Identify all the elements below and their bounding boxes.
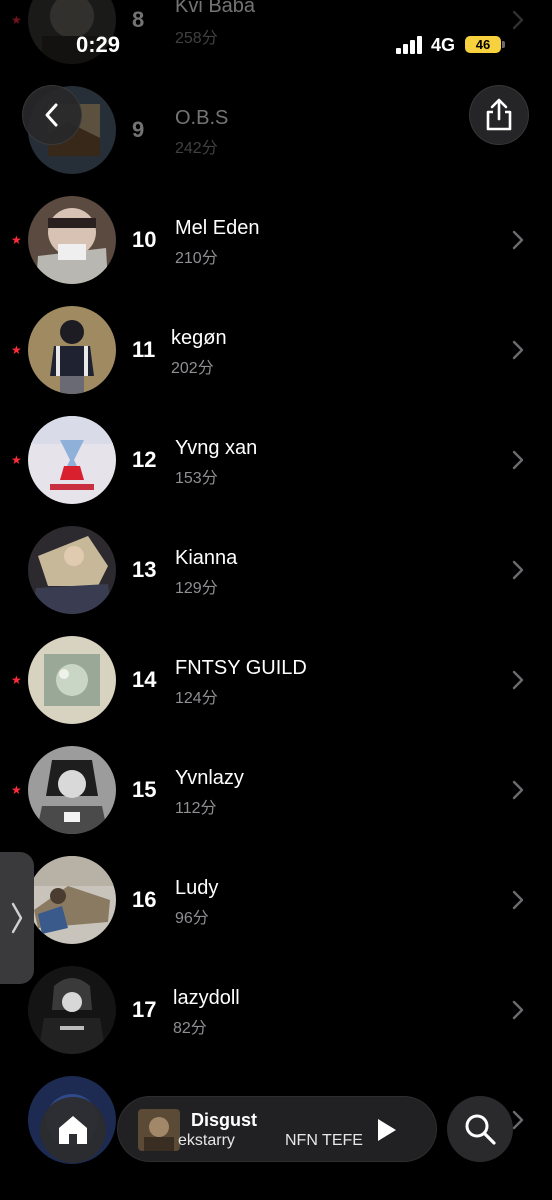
chevron-right-icon[interactable] <box>510 339 526 361</box>
play-minutes: 129分 <box>175 580 218 597</box>
avatar <box>28 966 116 1054</box>
avatar <box>28 856 116 944</box>
rank-number: 13 <box>132 557 157 582</box>
share-icon <box>486 98 512 131</box>
play-minutes: 153分 <box>175 470 218 487</box>
play-icon[interactable] <box>372 1116 400 1144</box>
star-icon: ★ <box>11 13 22 27</box>
mini-player[interactable]: Disgust ekstarry NFN TEFE <box>117 1096 437 1162</box>
chevron-right-icon[interactable] <box>510 559 526 581</box>
avatar <box>28 636 116 724</box>
artist-name: O.B.S <box>175 107 229 129</box>
search-icon <box>465 1114 496 1145</box>
artist-name: lazydoll <box>173 987 240 1009</box>
album-art <box>138 1109 180 1151</box>
track-artist: ekstarry <box>178 1132 235 1149</box>
list-item[interactable]: ★ 14 FNTSY GUILD 124分 <box>0 625 552 735</box>
artist-name: Kianna <box>175 547 238 569</box>
rank-number: 15 <box>132 777 157 802</box>
artist-name: FNTSY GUILD <box>175 657 307 679</box>
chevron-right-icon <box>11 902 23 934</box>
rank-number: 8 <box>132 7 145 32</box>
track-title: Disgust <box>191 1110 258 1130</box>
track-artist-marquee: ekstarry NFN TEFE <box>178 1132 368 1154</box>
avatar <box>28 196 116 284</box>
chevron-right-icon[interactable] <box>510 999 526 1021</box>
rank-number: 16 <box>132 887 157 912</box>
search-button[interactable] <box>447 1096 513 1162</box>
chevron-right-icon[interactable] <box>510 449 526 471</box>
artist-name: Yvng xan <box>175 437 258 459</box>
star-icon: ★ <box>11 673 22 687</box>
star-icon: ★ <box>11 783 22 797</box>
rank-number: 11 <box>132 337 156 362</box>
chevron-right-icon[interactable] <box>510 229 526 251</box>
rank-number: 12 <box>132 447 157 472</box>
list-item[interactable]: 9 O.B.S 242分 <box>0 75 552 185</box>
list-item[interactable]: 16 Ludy 96分 <box>0 845 552 955</box>
play-minutes: 82分 <box>173 1020 207 1037</box>
status-time: 0:29 <box>76 32 121 57</box>
avatar <box>28 416 116 504</box>
list-item[interactable]: ★ 11 kegøn 202分 <box>0 295 552 405</box>
list-item[interactable]: 13 Kianna 129分 <box>0 515 552 625</box>
list-item[interactable]: ★ 15 Yvnlazy 112分 <box>0 735 552 845</box>
side-panel-tab[interactable] <box>0 852 34 984</box>
avatar <box>28 746 116 834</box>
play-minutes: 112分 <box>175 800 217 817</box>
play-minutes: 202分 <box>171 360 214 377</box>
avatar <box>28 526 116 614</box>
artist-name: kegøn <box>171 327 227 349</box>
artist-name: Kvi Baba <box>175 0 256 17</box>
artist-name: Mel Eden <box>175 217 260 239</box>
home-icon <box>59 1116 87 1144</box>
star-icon: ★ <box>11 233 22 247</box>
rank-number: 14 <box>132 667 157 692</box>
chevron-right-icon[interactable] <box>510 669 526 691</box>
rank-number: 9 <box>132 117 145 142</box>
star-icon: ★ <box>11 343 22 357</box>
play-minutes: 124分 <box>175 690 218 707</box>
chevron-right-icon[interactable] <box>510 889 526 911</box>
share-button[interactable] <box>469 85 529 145</box>
home-button[interactable] <box>40 1097 106 1163</box>
chevron-right-icon <box>512 10 524 30</box>
play-minutes: 258分 <box>175 30 218 47</box>
back-button[interactable] <box>22 85 82 145</box>
rank-number: 17 <box>132 997 157 1022</box>
play-minutes: 210分 <box>175 250 218 267</box>
rank-number: 10 <box>132 227 157 252</box>
chevron-left-icon <box>45 103 58 127</box>
list-item[interactable]: 17 lazydoll 82分 <box>0 955 552 1065</box>
play-minutes: 242分 <box>175 140 218 157</box>
chevron-right-icon[interactable] <box>510 779 526 801</box>
list-item[interactable]: ★ 12 Yvng xan 153分 <box>0 405 552 515</box>
list-item[interactable]: ★ 10 Mel Eden 210分 <box>0 185 552 295</box>
avatar <box>28 306 116 394</box>
track-artist-secondary: NFN TEFE <box>285 1132 363 1149</box>
star-icon: ★ <box>11 453 22 467</box>
play-minutes: 96分 <box>175 910 209 927</box>
artist-name: Yvnlazy <box>175 767 244 789</box>
artist-name: Ludy <box>175 877 219 899</box>
